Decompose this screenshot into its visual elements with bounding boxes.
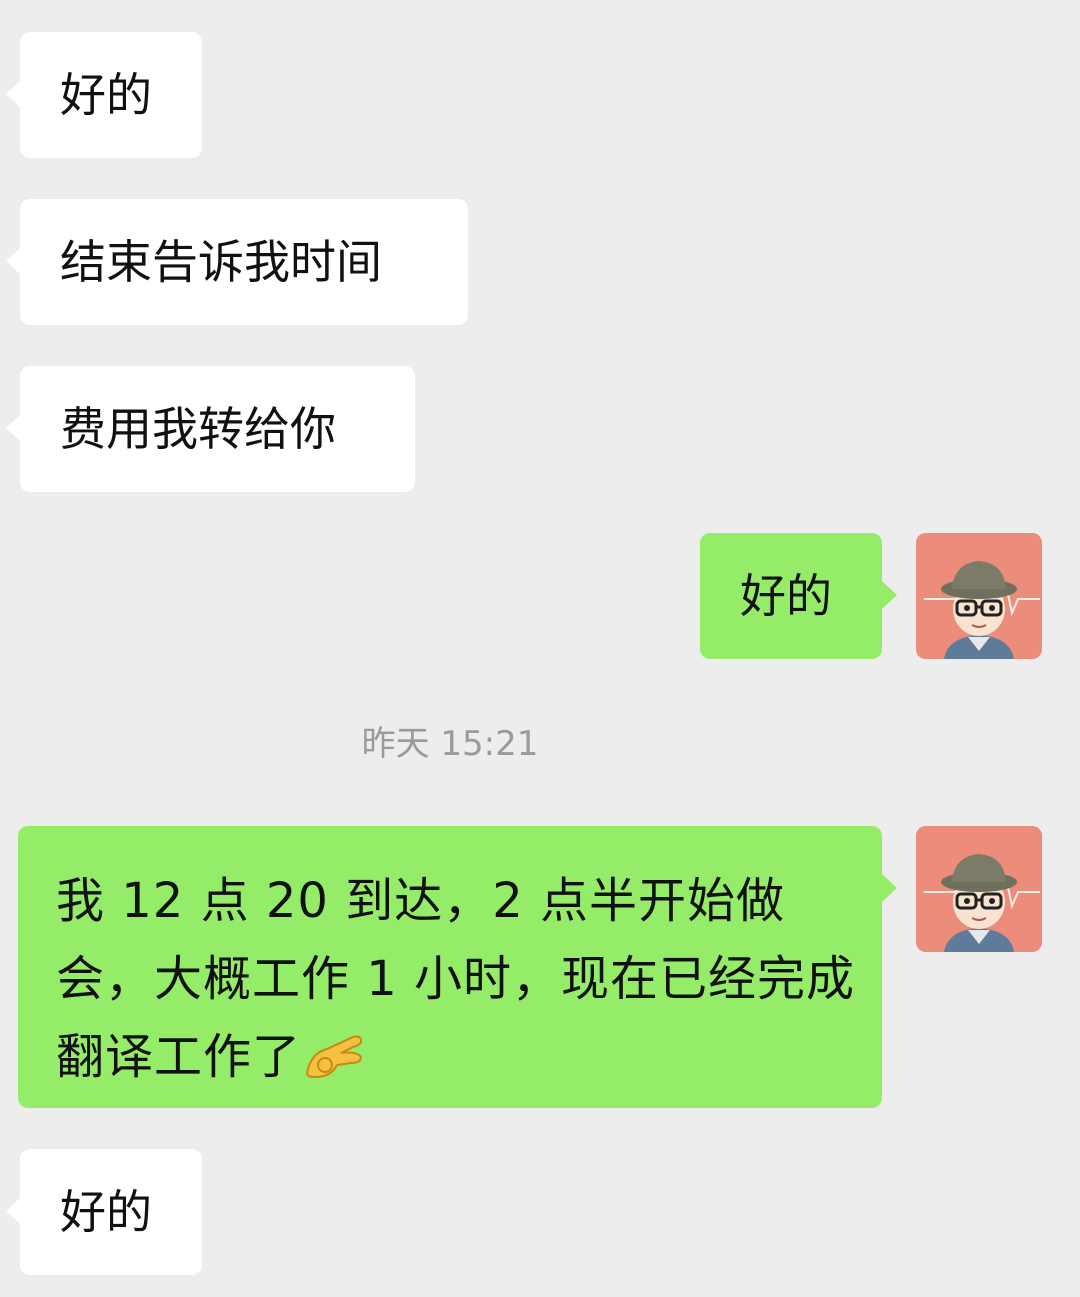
incoming-message[interactable]: 费用我转给你 bbox=[6, 366, 415, 492]
user-avatar-icon bbox=[916, 826, 1042, 952]
message-text: 好的 bbox=[740, 569, 832, 623]
message-text-content: 我 12 点 20 到达，2 点半开始做会，大概工作 1 小时，现在已经完成翻译… bbox=[56, 873, 856, 1085]
incoming-message[interactable]: 结束告诉我时间 bbox=[6, 199, 468, 325]
message-text: 费用我转给你 bbox=[60, 402, 336, 456]
incoming-message[interactable]: 好的 bbox=[6, 32, 202, 158]
avatar[interactable] bbox=[916, 533, 1042, 659]
message-text: 结束告诉我时间 bbox=[60, 235, 382, 289]
message-text: 好的 bbox=[60, 1185, 152, 1239]
incoming-message[interactable]: 好的 bbox=[6, 1149, 202, 1275]
avatar[interactable] bbox=[916, 826, 1042, 952]
ok-hand-emoji-icon bbox=[301, 1026, 367, 1080]
message-text: 我 12 点 20 到达，2 点半开始做会，大概工作 1 小时，现在已经完成翻译… bbox=[56, 862, 856, 1096]
chat-window: 好的 结束告诉我时间 费用我转给你 好的 昨天 15:21 我 12 点 20 … bbox=[0, 0, 1080, 1297]
user-avatar-icon bbox=[916, 533, 1042, 659]
message-text: 好的 bbox=[60, 68, 152, 122]
outgoing-message[interactable]: 好的 bbox=[700, 533, 897, 659]
outgoing-message[interactable]: 我 12 点 20 到达，2 点半开始做会，大概工作 1 小时，现在已经完成翻译… bbox=[18, 826, 897, 1108]
timestamp: 昨天 15:21 bbox=[361, 724, 539, 764]
